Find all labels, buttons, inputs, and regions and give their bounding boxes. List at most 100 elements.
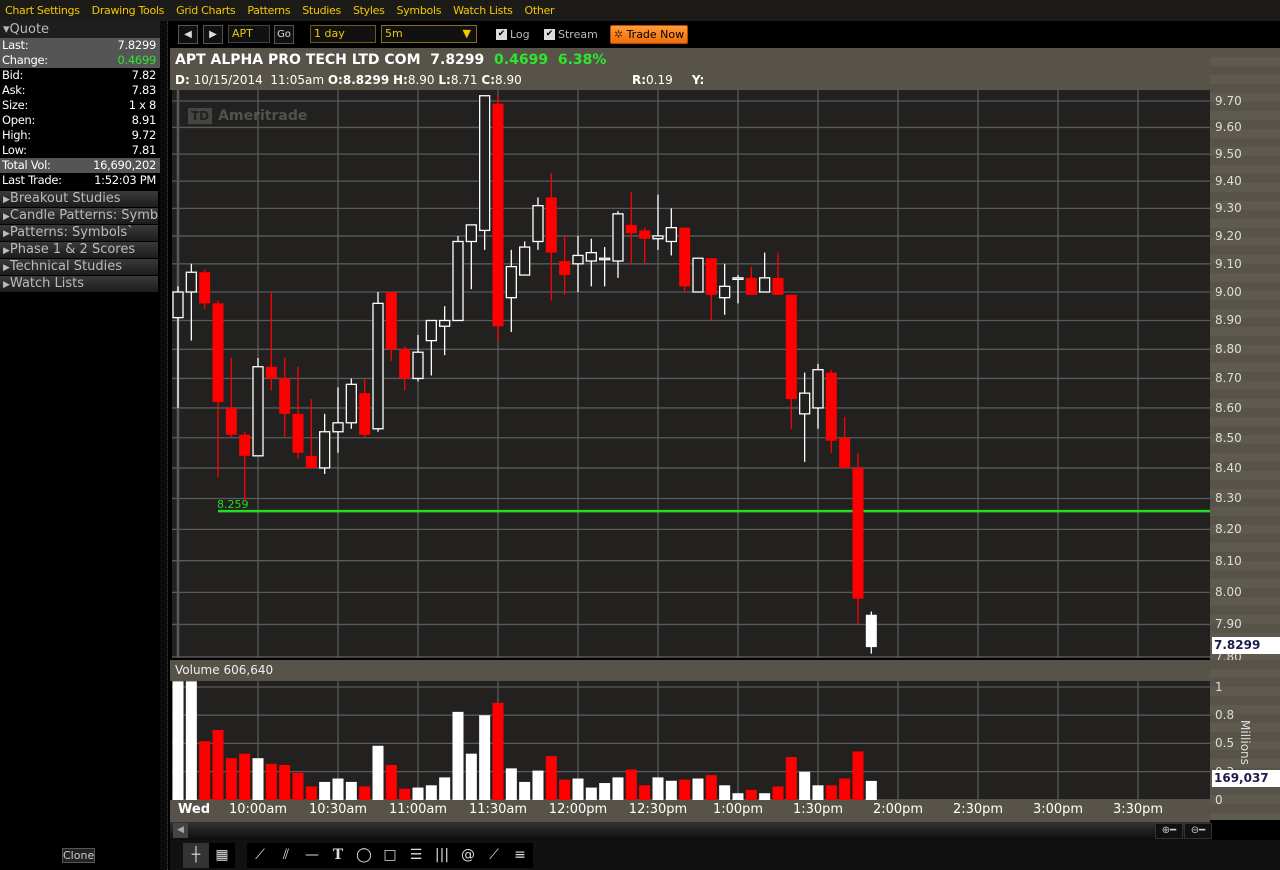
volume-bar[interactable] xyxy=(385,764,397,800)
quote-panel-header[interactable]: ▾Quote xyxy=(0,21,160,38)
menu-watch-lists[interactable]: Watch Lists xyxy=(453,4,513,17)
volume-bar[interactable] xyxy=(812,785,824,800)
interval-select[interactable]: 5m ▼ xyxy=(381,25,477,43)
volume-bar[interactable] xyxy=(545,755,557,800)
volume-bar[interactable] xyxy=(345,781,357,800)
volume-bar[interactable] xyxy=(612,777,624,800)
volume-bar[interactable] xyxy=(865,780,877,800)
candle[interactable] xyxy=(492,95,504,341)
volume-bar[interactable] xyxy=(239,753,251,800)
volume-bar[interactable] xyxy=(772,786,784,800)
volume-bar[interactable] xyxy=(692,778,704,800)
volume-bar[interactable] xyxy=(319,781,331,800)
candle[interactable] xyxy=(252,358,264,457)
parallel-lines-tool[interactable]: ⫽ xyxy=(273,843,299,868)
volume-bar[interactable] xyxy=(652,777,664,800)
volume-bar[interactable] xyxy=(305,786,317,800)
section-patterns-symbols-[interactable]: ▶Patterns: Symbols` xyxy=(0,225,158,241)
time-axis[interactable]: Wed 10:00am 10:30am 11:00am 11:30am 12:00pm 12… xyxy=(170,800,1210,822)
panel-splitter[interactable] xyxy=(160,21,168,870)
section-watch-lists[interactable]: ▶Watch Lists xyxy=(0,276,158,292)
volume-bar[interactable] xyxy=(372,745,384,800)
volume-bar[interactable] xyxy=(279,764,291,800)
volume-bar[interactable] xyxy=(572,778,584,800)
menu-symbols[interactable]: Symbols xyxy=(397,4,442,17)
volume-bar[interactable] xyxy=(292,772,304,800)
candle[interactable] xyxy=(479,95,491,250)
volume-bar[interactable] xyxy=(825,785,837,800)
volume-bar[interactable] xyxy=(625,769,637,800)
menu-styles[interactable]: Styles xyxy=(353,4,385,17)
candle[interactable] xyxy=(852,452,864,625)
volume-bar[interactable] xyxy=(425,785,437,800)
symbol-input[interactable]: APT xyxy=(228,25,270,43)
stream-checkbox[interactable]: ✔ Stream xyxy=(544,28,598,41)
volume-bar[interactable] xyxy=(505,768,517,800)
crosshair-cursor-tool[interactable]: ┼ xyxy=(183,843,209,868)
period-select[interactable]: 1 day xyxy=(310,25,376,43)
volume-bar[interactable] xyxy=(265,763,277,800)
volume-bar[interactable] xyxy=(732,793,744,800)
volume-bar[interactable] xyxy=(559,779,571,800)
price-chart[interactable]: 8.259 xyxy=(172,90,1210,658)
menu-patterns[interactable]: Patterns xyxy=(247,4,290,17)
volume-bar[interactable] xyxy=(252,758,264,800)
volume-bar[interactable] xyxy=(705,775,717,800)
section-breakout-studies[interactable]: ▶Breakout Studies xyxy=(0,191,158,207)
chart-scrollbar[interactable]: ◀ ▶ xyxy=(170,822,1210,840)
volume-bar[interactable] xyxy=(412,787,424,800)
ellipse-tool[interactable]: ◯ xyxy=(351,843,377,868)
section-technical-studies[interactable]: ▶Technical Studies xyxy=(0,259,158,275)
volume-bar[interactable] xyxy=(599,783,611,800)
menu-drawing-tools[interactable]: Drawing Tools xyxy=(92,4,165,17)
zoom-in-button[interactable]: ⊕━ xyxy=(1155,823,1183,839)
section-candle-patterns-symbols[interactable]: ▶Candle Patterns: Symbols xyxy=(0,208,158,224)
clone-button[interactable]: Clone xyxy=(62,848,95,863)
volume-bar[interactable] xyxy=(212,729,224,800)
volume-bar[interactable] xyxy=(852,751,864,800)
volume-bar[interactable] xyxy=(479,715,491,800)
text-tool[interactable]: T xyxy=(325,843,351,868)
volume-bar[interactable] xyxy=(532,770,544,800)
next-symbol-button[interactable]: ▶ xyxy=(203,25,223,44)
menu-chart-settings[interactable]: Chart Settings xyxy=(5,4,80,17)
volume-bar[interactable] xyxy=(799,771,811,800)
volume-bar[interactable] xyxy=(519,781,531,800)
candle[interactable] xyxy=(532,197,544,250)
candle[interactable] xyxy=(825,369,837,453)
candle[interactable] xyxy=(372,291,384,432)
prev-symbol-button[interactable]: ◀ xyxy=(178,25,198,44)
candle[interactable] xyxy=(519,241,531,276)
volume-bar[interactable] xyxy=(332,778,344,800)
volume-bar[interactable] xyxy=(665,780,677,800)
horizontal-line-tool[interactable]: — xyxy=(299,843,325,868)
trade-now-button[interactable]: ✲ Trade Now xyxy=(610,25,688,44)
menu-other[interactable]: Other xyxy=(525,4,555,17)
volume-bar[interactable] xyxy=(745,789,757,800)
volume-bar[interactable] xyxy=(225,758,237,800)
volume-bar[interactable] xyxy=(839,778,851,800)
volume-bar[interactable] xyxy=(465,753,477,800)
volume-bar[interactable] xyxy=(399,788,411,800)
price-axis[interactable]: 9.70 9.60 9.50 9.40 9.30 9.20 9.10 9.00 8.90 8.80… xyxy=(1210,48,1280,664)
volume-bar[interactable] xyxy=(639,785,651,800)
volume-bar[interactable] xyxy=(199,741,211,800)
rectangle-tool[interactable]: □ xyxy=(377,843,403,868)
volume-bar[interactable] xyxy=(172,681,184,800)
candle[interactable] xyxy=(199,269,211,310)
candle[interactable] xyxy=(345,378,357,429)
section-phase-1-2-scores[interactable]: ▶Phase 1 & 2 Scores xyxy=(0,242,158,258)
spiral-tool[interactable]: @ xyxy=(455,843,481,868)
volume-bar[interactable] xyxy=(185,681,197,800)
volume-bar[interactable] xyxy=(585,787,597,800)
horizontal-levels-tool[interactable]: ≡ xyxy=(507,843,533,868)
menu-studies[interactable]: Studies xyxy=(302,4,341,17)
go-button[interactable]: Go xyxy=(274,25,294,44)
candle[interactable] xyxy=(452,235,464,322)
zoom-out-button[interactable]: ⊖━ xyxy=(1184,823,1212,839)
fibonacci-timezones-tool[interactable]: ||| xyxy=(429,843,455,868)
volume-bar[interactable] xyxy=(359,786,371,800)
fibonacci-retracement-tool[interactable]: ☰ xyxy=(403,843,429,868)
volume-bar[interactable] xyxy=(452,711,464,800)
menu-grid-charts[interactable]: Grid Charts xyxy=(176,4,236,17)
